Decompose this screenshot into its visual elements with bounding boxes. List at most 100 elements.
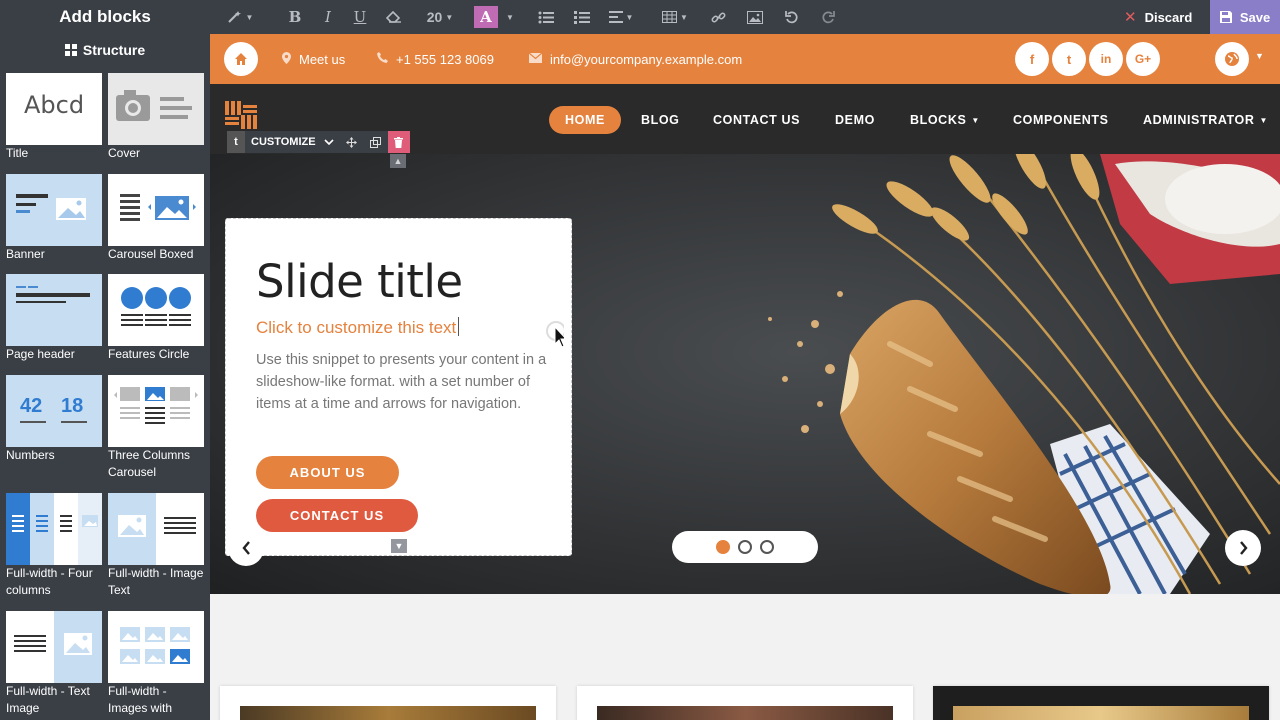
phone-info[interactable]: +1 555 123 8069 <box>377 34 494 84</box>
home-icon <box>235 53 247 65</box>
font-size-select[interactable]: 20 ▼ <box>418 0 462 34</box>
font-color-caret-icon[interactable]: ▼ <box>500 0 520 34</box>
feature-card[interactable] <box>577 686 913 720</box>
phone-icon <box>377 52 388 66</box>
nav-components[interactable]: COMPONENTS <box>1013 106 1109 134</box>
block-banner[interactable]: Banner <box>6 174 102 263</box>
block-full-width-image-text[interactable]: Full-width - Image Text <box>108 493 204 599</box>
google-plus-icon[interactable]: G+ <box>1126 42 1160 76</box>
italic-icon[interactable]: I <box>312 0 344 34</box>
nav-demo[interactable]: DEMO <box>835 106 875 134</box>
chevron-down-icon[interactable]: ▼ <box>1255 51 1264 61</box>
block-thumb <box>108 174 204 246</box>
chevron-down-icon <box>324 139 334 145</box>
facebook-icon[interactable]: f <box>1015 42 1049 76</box>
feature-card[interactable] <box>220 686 556 720</box>
clone-icon[interactable] <box>363 131 388 153</box>
slide-subtitle-editable[interactable]: Click to customize this text <box>256 317 460 338</box>
twitter-icon[interactable]: t <box>1052 42 1086 76</box>
trash-icon[interactable] <box>387 131 410 153</box>
block-thumb <box>6 174 102 246</box>
nav-administrator[interactable]: ADMINISTRATOR ▼ <box>1143 106 1268 134</box>
redo-icon[interactable] <box>810 0 846 34</box>
save-button[interactable]: Save <box>1210 0 1280 34</box>
table-icon[interactable]: ▼ <box>654 0 696 34</box>
font-color-icon[interactable]: A <box>474 6 498 28</box>
chevron-left-icon <box>241 541 250 555</box>
image-icon[interactable] <box>736 0 774 34</box>
save-label: Save <box>1239 9 1271 25</box>
card-image <box>597 706 893 720</box>
carousel-indicator[interactable] <box>760 540 774 554</box>
home-button[interactable] <box>224 42 258 76</box>
block-numbers[interactable]: 42 18 Numbers <box>6 375 102 464</box>
block-label: Banner <box>6 247 45 261</box>
carousel-indicator[interactable] <box>716 540 730 554</box>
editor-toolbar: Add blocks ▼ B I U 20 ▼ A ▼ ▼ ▼ ✕ Discar… <box>0 0 1280 34</box>
about-us-button[interactable]: ABOUT US <box>256 456 399 489</box>
card-image <box>953 706 1249 720</box>
align-icon[interactable]: ▼ <box>600 0 642 34</box>
format-toolbar: ▼ B I U 20 ▼ A ▼ ▼ ▼ <box>210 0 846 34</box>
block-page-header[interactable]: Page header <box>6 274 102 363</box>
block-label: Carousel Boxed <box>108 247 194 261</box>
carousel-prev-button[interactable] <box>228 530 264 566</box>
block-title[interactable]: Abcd Title <box>6 73 102 162</box>
structure-label: Structure <box>82 42 146 58</box>
block-label: Full-width - Four columns <box>6 566 93 597</box>
cards-section <box>210 594 1280 720</box>
block-thumb <box>108 611 204 683</box>
snippet-type-icon[interactable]: t <box>227 131 245 153</box>
block-label: Full-width - Images with <box>108 684 173 715</box>
thumb-abcd: Abcd <box>24 91 85 119</box>
nav-blocks[interactable]: BLOCKS ▼ <box>910 106 980 134</box>
slide-content-card: Slide title Click to customize this text… <box>225 218 572 556</box>
block-full-width-four-columns[interactable]: Full-width - Four columns <box>6 493 102 599</box>
block-label: Numbers <box>6 448 55 462</box>
website-preview: Meet us +1 555 123 8069 info@yourcompany… <box>210 34 1280 720</box>
bullet-list-icon[interactable] <box>528 0 564 34</box>
link-icon[interactable] <box>700 0 736 34</box>
nav-blog[interactable]: BLOG <box>641 106 680 134</box>
resize-handle-top[interactable]: ▲ <box>390 154 406 168</box>
nav-home[interactable]: HOME <box>549 106 621 134</box>
location-info[interactable]: Meet us <box>282 34 345 84</box>
bold-icon[interactable]: B <box>278 0 312 34</box>
nav-contact-us[interactable]: CONTACT US <box>713 106 800 134</box>
mouse-cursor-icon <box>546 321 564 348</box>
eraser-icon[interactable] <box>376 0 412 34</box>
block-full-width-text-image[interactable]: Full-width - Text Image <box>6 611 102 717</box>
block-thumb <box>108 73 204 145</box>
carousel-indicator[interactable] <box>738 540 752 554</box>
block-cover[interactable]: Cover <box>108 73 204 162</box>
feature-card[interactable] <box>933 686 1269 720</box>
block-thumb <box>108 274 204 346</box>
discard-button[interactable]: ✕ Discard <box>1124 0 1192 34</box>
block-carousel-boxed[interactable]: Carousel Boxed <box>108 174 204 263</box>
discard-label: Discard <box>1144 9 1193 25</box>
language-globe-button[interactable] <box>1215 42 1249 76</box>
numbered-list-icon[interactable] <box>564 0 600 34</box>
card-image <box>240 706 536 720</box>
contact-us-button[interactable]: CONTACT US <box>256 499 418 532</box>
carousel-next-button[interactable] <box>1225 530 1261 566</box>
undo-icon[interactable] <box>774 0 810 34</box>
block-label: Page header <box>6 347 75 361</box>
move-icon[interactable] <box>339 131 364 153</box>
block-full-width-images[interactable]: Full-width - Images with <box>108 611 204 717</box>
structure-header[interactable]: Structure <box>0 34 210 66</box>
resize-handle-bottom[interactable]: ▼ <box>391 539 407 553</box>
customize-dropdown[interactable]: CUSTOMIZE <box>245 131 340 153</box>
snippet-options-bar: t CUSTOMIZE <box>227 131 410 153</box>
block-features-circle[interactable]: Features Circle <box>108 274 204 363</box>
underline-icon[interactable]: U <box>344 0 376 34</box>
site-logo[interactable] <box>225 101 257 129</box>
blocks-sidebar: Structure Abcd Title Cover Banner Carous… <box>0 34 210 720</box>
slide-title[interactable]: Slide title <box>256 255 463 308</box>
magic-wand-icon[interactable]: ▼ <box>222 0 258 34</box>
thumb-line <box>61 421 87 423</box>
email-info[interactable]: info@yourcompany.example.com <box>528 34 742 84</box>
linkedin-icon[interactable]: in <box>1089 42 1123 76</box>
block-three-columns-carousel[interactable]: Three Columns Carousel <box>108 375 204 481</box>
slide-body[interactable]: Use this snippet to presents your conten… <box>256 349 556 415</box>
